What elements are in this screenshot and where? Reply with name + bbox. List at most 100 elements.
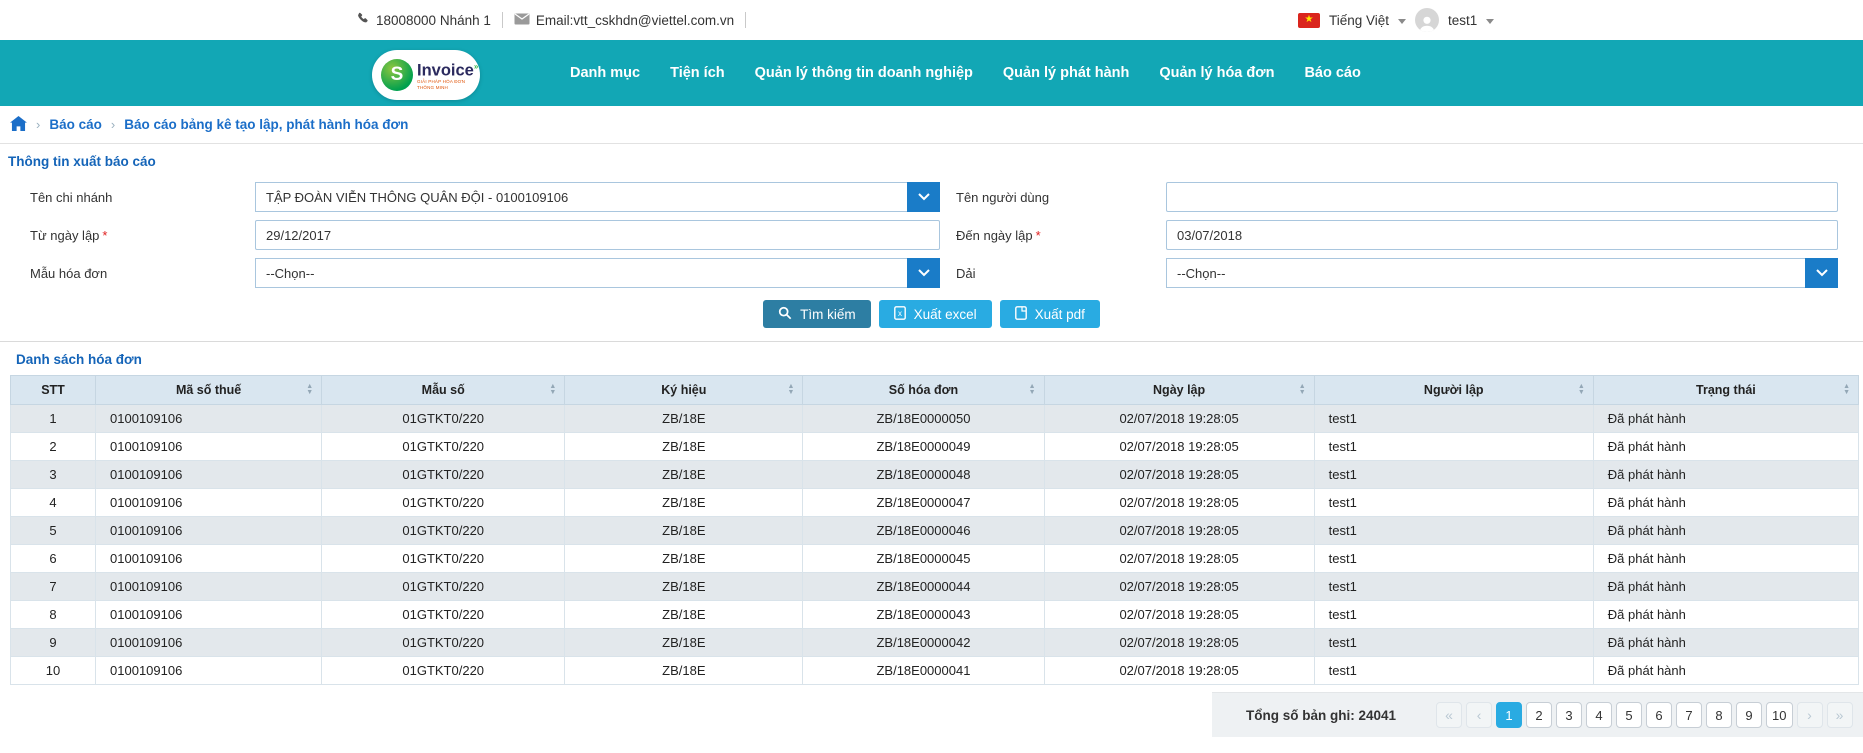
sort-icon[interactable]: ▲▼ — [787, 384, 794, 396]
prev-page-button[interactable]: ‹ — [1466, 702, 1492, 728]
branch-select[interactable]: TẬP ĐOÀN VIỄN THÔNG QUÂN ĐỘI - 010010910… — [255, 182, 940, 212]
last-page-button[interactable]: » — [1827, 702, 1853, 728]
nav-quan-ly-hoa-don[interactable]: Quản lý hóa đơn — [1159, 65, 1274, 81]
column-header-ngay-lap[interactable]: Ngày lập▲▼ — [1044, 376, 1314, 405]
table-row[interactable]: 2 0100109106 01GTKT0/220 ZB/18E ZB/18E00… — [11, 433, 1859, 461]
range-select[interactable]: --Chọn-- — [1166, 258, 1838, 288]
sort-icon[interactable]: ▲▼ — [1299, 384, 1306, 396]
search-panel-title: Thông tin xuất báo cáo — [0, 154, 1863, 169]
chevron-down-icon[interactable] — [1398, 19, 1406, 24]
user-input[interactable] — [1166, 182, 1838, 212]
sort-icon[interactable]: ▲▼ — [1578, 384, 1585, 396]
column-header-ma-so-thue[interactable]: Mã số thuế▲▼ — [96, 376, 322, 405]
table-row[interactable]: 3 0100109106 01GTKT0/220 ZB/18E ZB/18E00… — [11, 461, 1859, 489]
search-button[interactable]: Tìm kiếm — [763, 300, 871, 328]
table-row[interactable]: 9 0100109106 01GTKT0/220 ZB/18E ZB/18E00… — [11, 629, 1859, 657]
cell-stt: 1 — [11, 405, 96, 433]
pagination-panel: Tổng số bản ghi: 24041 « ‹ 1 2 3 4 5 6 7… — [1212, 692, 1863, 737]
invoice-table: STT Mã số thuế▲▼ Mẫu số▲▼ Ký hiệu▲▼ Số h… — [10, 375, 1859, 685]
top-utility-bar: 18008000 Nhánh 1 Email:vtt_cskhdn@viette… — [0, 0, 1863, 40]
export-excel-button[interactable]: x Xuất excel — [879, 300, 992, 328]
page-button-8[interactable]: 8 — [1706, 702, 1732, 728]
hotline: 18008000 Nhánh 1 — [356, 12, 491, 29]
table-row[interactable]: 6 0100109106 01GTKT0/220 ZB/18E ZB/18E00… — [11, 545, 1859, 573]
sinvoice-logo[interactable]: S Invoice» GIẢI PHÁP HÓA ĐƠN THÔNG MINH — [372, 50, 480, 100]
table-row[interactable]: 8 0100109106 01GTKT0/220 ZB/18E ZB/18E00… — [11, 601, 1859, 629]
page-button-4[interactable]: 4 — [1586, 702, 1612, 728]
table-row[interactable]: 4 0100109106 01GTKT0/220 ZB/18E ZB/18E00… — [11, 489, 1859, 517]
breadcrumb-bao-cao[interactable]: Báo cáo — [49, 117, 102, 132]
support-email: Email:vtt_cskhdn@viettel.com.vn — [514, 13, 734, 28]
cell-trang-thai: Đã phát hành — [1593, 573, 1858, 601]
user-label: Tên người dùng — [940, 190, 1166, 205]
cell-so-hoa-don: ZB/18E0000046 — [803, 517, 1044, 545]
home-icon[interactable] — [10, 116, 27, 134]
breadcrumb-current-page: Báo cáo bảng kê tạo lập, phát hành hóa đ… — [124, 117, 408, 132]
cell-ngay-lap: 02/07/2018 19:28:05 — [1044, 489, 1314, 517]
page-button-3[interactable]: 3 — [1556, 702, 1582, 728]
chevron-down-icon[interactable] — [907, 182, 940, 212]
cell-stt: 10 — [11, 657, 96, 685]
nav-quan-ly-thong-tin-doanh-nghiep[interactable]: Quản lý thông tin doanh nghiệp — [755, 65, 973, 81]
invoice-table-body: 1 0100109106 01GTKT0/220 ZB/18E ZB/18E00… — [11, 405, 1859, 685]
column-header-ky-hieu[interactable]: Ký hiệu▲▼ — [565, 376, 803, 405]
cell-nguoi-lap: test1 — [1314, 489, 1593, 517]
to-date-input[interactable] — [1166, 220, 1838, 250]
sort-icon[interactable]: ▲▼ — [1029, 384, 1036, 396]
column-header-nguoi-lap[interactable]: Người lập▲▼ — [1314, 376, 1593, 405]
next-page-button[interactable]: › — [1797, 702, 1823, 728]
page-button-9[interactable]: 9 — [1736, 702, 1762, 728]
nav-danh-muc[interactable]: Danh mục — [570, 65, 640, 81]
page-button-2[interactable]: 2 — [1526, 702, 1552, 728]
sort-icon[interactable]: ▲▼ — [549, 384, 556, 396]
table-row[interactable]: 1 0100109106 01GTKT0/220 ZB/18E ZB/18E00… — [11, 405, 1859, 433]
sort-icon[interactable]: ▲▼ — [306, 384, 313, 396]
chevron-down-icon[interactable] — [1486, 19, 1494, 24]
cell-mau-so: 01GTKT0/220 — [322, 629, 565, 657]
cell-so-hoa-don: ZB/18E0000044 — [803, 573, 1044, 601]
cell-ma-so-thue: 0100109106 — [96, 461, 322, 489]
column-header-so-hoa-don[interactable]: Số hóa đơn▲▼ — [803, 376, 1044, 405]
cell-so-hoa-don: ZB/18E0000043 — [803, 601, 1044, 629]
table-row[interactable]: 5 0100109106 01GTKT0/220 ZB/18E ZB/18E00… — [11, 517, 1859, 545]
excel-file-icon: x — [894, 306, 906, 323]
pagination: « ‹ 1 2 3 4 5 6 7 8 9 10 › » — [1436, 702, 1852, 728]
username-label[interactable]: test1 — [1448, 13, 1477, 28]
template-select-value: --Chọn-- — [256, 266, 907, 281]
page-button-1[interactable]: 1 — [1496, 702, 1522, 728]
page-button-6[interactable]: 6 — [1646, 702, 1672, 728]
column-header-trang-thai[interactable]: Trạng thái▲▼ — [1593, 376, 1858, 405]
table-row[interactable]: 7 0100109106 01GTKT0/220 ZB/18E ZB/18E00… — [11, 573, 1859, 601]
page-button-10[interactable]: 10 — [1766, 702, 1792, 728]
export-pdf-button[interactable]: Xuất pdf — [1000, 300, 1100, 328]
nav-bao-cao[interactable]: Báo cáo — [1304, 65, 1360, 81]
first-page-button[interactable]: « — [1436, 702, 1462, 728]
template-select[interactable]: --Chọn-- — [255, 258, 940, 288]
to-date-label: Đến ngày lập* — [940, 228, 1166, 243]
branch-select-value: TẬP ĐOÀN VIỄN THÔNG QUÂN ĐỘI - 010010910… — [256, 190, 907, 205]
user-area: ★ Tiếng Việt test1 — [1298, 0, 1494, 40]
nav-tien-ich[interactable]: Tiện ích — [670, 65, 725, 81]
cell-so-hoa-don: ZB/18E0000047 — [803, 489, 1044, 517]
report-search-panel: Thông tin xuất báo cáo Tên chi nhánh TẬP… — [0, 144, 1863, 342]
divider — [502, 12, 503, 28]
breadcrumb-separator: › — [111, 117, 115, 132]
cell-mau-so: 01GTKT0/220 — [322, 601, 565, 629]
logo-tagline: GIẢI PHÁP HÓA ĐƠN THÔNG MINH — [417, 79, 480, 91]
chevron-down-icon[interactable] — [907, 258, 940, 288]
chevron-down-icon[interactable] — [1805, 258, 1838, 288]
support-email-text: Email:vtt_cskhdn@viettel.com.vn — [536, 13, 734, 28]
column-header-mau-so[interactable]: Mẫu số▲▼ — [322, 376, 565, 405]
cell-ma-so-thue: 0100109106 — [96, 629, 322, 657]
cell-nguoi-lap: test1 — [1314, 601, 1593, 629]
nav-quan-ly-phat-hanh[interactable]: Quản lý phát hành — [1003, 65, 1129, 81]
page: 18008000 Nhánh 1 Email:vtt_cskhdn@viette… — [0, 0, 1863, 753]
page-button-5[interactable]: 5 — [1616, 702, 1642, 728]
from-date-input[interactable] — [255, 220, 940, 250]
sort-icon[interactable]: ▲▼ — [1843, 384, 1850, 396]
cell-ky-hieu: ZB/18E — [565, 405, 803, 433]
cell-ky-hieu: ZB/18E — [565, 545, 803, 573]
language-selector-label[interactable]: Tiếng Việt — [1329, 13, 1389, 28]
table-row[interactable]: 10 0100109106 01GTKT0/220 ZB/18E ZB/18E0… — [11, 657, 1859, 685]
page-button-7[interactable]: 7 — [1676, 702, 1702, 728]
